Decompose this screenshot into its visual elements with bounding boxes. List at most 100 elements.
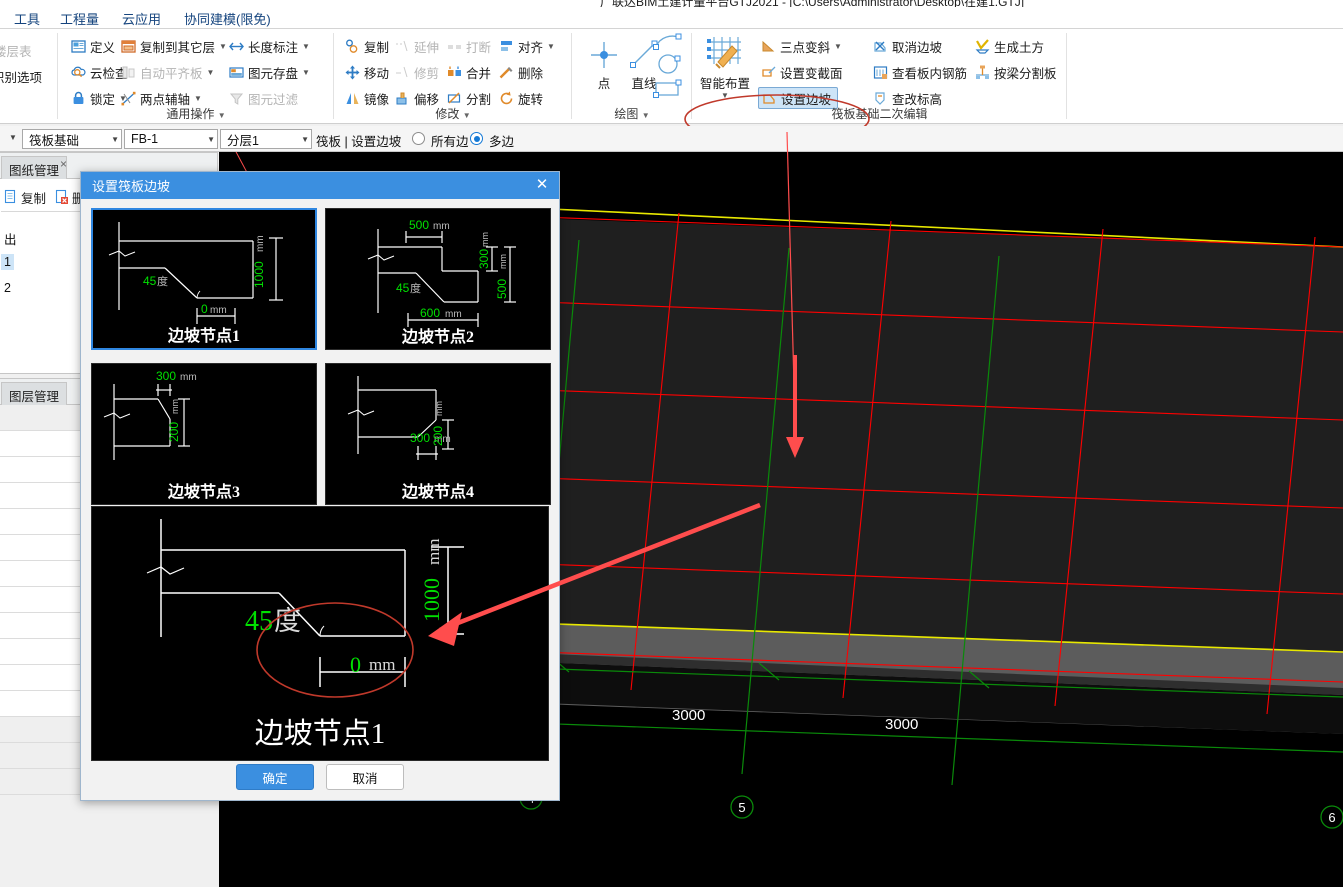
ribbon-item-split-slab-by-beam[interactable]: 按梁分割板	[972, 61, 1059, 83]
chevron-down-icon[interactable]: ▼	[107, 135, 119, 144]
ribbon-item-length-dimension[interactable]: 长度标注 ▼	[226, 35, 312, 57]
thumbnail-slope-node-2[interactable]: 500 mm 45 度 600 mm 300 mm 500 mm 边坡节点2	[325, 208, 551, 350]
ribbon-item-define[interactable]: 定义	[68, 35, 117, 57]
toolbar-prev-arrow-icon[interactable]: ▼	[9, 133, 17, 142]
chevron-down-icon[interactable]: ▼	[302, 68, 310, 77]
chevron-down-icon[interactable]: ▼	[463, 111, 471, 120]
ribbon-item-merge[interactable]: 合并	[444, 61, 493, 83]
ribbon-item-copy[interactable]: 复制	[342, 35, 391, 57]
slope-node-preview: 45 度 0 mm 1000 mm 边坡节点1	[91, 506, 549, 761]
thumb2-d5-unit: mm	[498, 254, 508, 269]
ribbon-item-label: 识别选项	[0, 70, 43, 85]
ribbon-item-label: 取消边坡	[892, 40, 943, 55]
ribbon-item-three-point-slope[interactable]: 三点变斜 ▼	[758, 35, 844, 57]
component-type-select[interactable]: 筏板基础 ▼	[22, 129, 122, 149]
group-separator	[1066, 33, 1067, 119]
ribbon-item-break[interactable]: 打断	[444, 35, 493, 57]
component-name-select[interactable]: FB-1 ▼	[124, 129, 218, 149]
chevron-down-icon[interactable]: ▼	[203, 135, 215, 144]
ribbon-item-extend[interactable]: 延伸	[392, 35, 441, 57]
thumbnail-label: 边坡节点1	[167, 328, 240, 345]
preview-height-unit: mm	[424, 539, 443, 565]
thumbnail-slope-node-4[interactable]: 300 mm 200 mm 边坡节点4	[325, 363, 551, 505]
ribbon-item-recognize-options[interactable]: 识别选项	[0, 65, 44, 87]
component-type-value: 筏板基础	[29, 133, 80, 148]
ribbon-item-set-variable-section[interactable]: 设置变截面	[758, 61, 845, 83]
ribbon-item-label: 修剪	[414, 66, 440, 81]
ribbon-item-cancel-slope[interactable]: 取消边坡	[870, 35, 944, 57]
chevron-down-icon[interactable]: ▼	[297, 135, 309, 144]
delete-doc-icon	[54, 189, 70, 205]
thumbnail-label: 边坡节点3	[167, 484, 240, 501]
thumbnail-label: 边坡节点4	[401, 484, 474, 501]
generate-earthwork-icon	[974, 38, 991, 55]
ribbon-item-floor-table[interactable]: 楼层表	[0, 39, 34, 61]
ribbon-item-delete[interactable]: 删除	[496, 61, 545, 83]
ribbon-item-label: 智能布置	[699, 77, 750, 91]
ribbon-item-element-save[interactable]: 图元存盘 ▼	[226, 61, 312, 83]
axis-marker-label: 6	[1328, 810, 1335, 825]
tree-node-2[interactable]: 2	[1, 280, 14, 296]
cancel-button[interactable]: 取消	[326, 764, 404, 790]
chevron-down-icon[interactable]: ▼	[547, 42, 555, 51]
thumb2-angle-unit: 度	[410, 281, 421, 295]
slope-node-thumbnails: 45 度 0 mm 1000 mm 边坡节点1 500 mm 45 度 600 …	[91, 208, 551, 508]
ribbon-group-draw: 点 直线 绘图 ▼	[572, 29, 692, 124]
chevron-down-icon[interactable]: ▼	[642, 111, 650, 120]
layer-select[interactable]: 分层1 ▼	[220, 129, 312, 149]
menu-tab-quantity[interactable]: 工程量	[60, 9, 99, 28]
thumb2-angle-value: 45	[396, 281, 410, 295]
chevron-down-icon[interactable]: ▼	[694, 92, 756, 100]
thumbnail-slope-node-3[interactable]: 300 mm 200 mm 边坡节点3	[91, 363, 317, 505]
ribbon-item-align[interactable]: 对齐 ▼	[496, 35, 557, 57]
chevron-down-icon[interactable]: ▼	[207, 68, 215, 77]
ribbon-item-auto-align-slab[interactable]: 自动平齐板 ▼	[118, 61, 216, 83]
thumb1-height-unit: mm	[255, 235, 266, 252]
ribbon-item-trim[interactable]: 修剪	[392, 61, 441, 83]
close-icon[interactable]: ✕	[533, 176, 551, 194]
ribbon-item-label: 打断	[466, 40, 492, 55]
smart-layout-icon	[706, 34, 744, 72]
tree-node-0[interactable]: 出	[1, 228, 20, 249]
tab-drawing-manager[interactable]: 图纸管理	[1, 156, 68, 179]
ribbon-item-label: 复制到其它层	[140, 40, 216, 55]
align-icon	[498, 38, 515, 55]
thumb2-d5-value: 500	[495, 279, 509, 299]
menu-tab-cloud[interactable]: 云应用	[122, 9, 161, 28]
ribbon-item-move[interactable]: 移动	[342, 61, 391, 83]
ribbon-item-label: 定义	[90, 40, 116, 55]
radio-all-edges[interactable]	[412, 132, 425, 145]
copy-doc-label[interactable]: 复制	[21, 188, 46, 207]
group-label-text: 筏板基础二次编辑	[831, 107, 928, 121]
ribbon-group-label: 通用操作 ▼	[58, 105, 334, 122]
ribbon-item-view-slab-rebar[interactable]: 查看板内钢筋	[870, 61, 969, 83]
menu-bar: 工具 工程量 云应用 协同建模(限免)	[0, 7, 1343, 28]
thumb2-d1-value: 500	[409, 218, 429, 232]
ok-button[interactable]: 确定	[236, 764, 314, 790]
thumbnail-slope-node-1[interactable]: 45 度 0 mm 1000 mm 边坡节点1	[91, 208, 317, 350]
ribbon-item-copy-to-other-floor[interactable]: 复制到其它层 ▼	[118, 35, 229, 57]
tree-node-1[interactable]: 1	[1, 254, 14, 270]
radio-multi-edge[interactable]	[470, 132, 483, 145]
close-icon[interactable]: ×	[60, 157, 67, 171]
radio-multi-edge-label: 多边	[489, 135, 515, 149]
ribbon-item-label: 图元存盘	[248, 66, 299, 81]
ribbon-item-generate-earthwork[interactable]: 生成土方	[972, 35, 1046, 57]
chevron-down-icon[interactable]: ▼	[302, 42, 310, 51]
dialog-title: 设置筏板边坡	[92, 179, 171, 194]
thumb4-d1-value: 300	[410, 431, 430, 445]
chevron-down-icon[interactable]: ▼	[218, 111, 226, 120]
menu-tab-collab[interactable]: 协同建模(限免)	[184, 9, 271, 28]
ribbon-item-smart-layout[interactable]: 智能布置 ▼	[694, 31, 756, 100]
ribbon-group-general-ops: 定义 复制到其它层 ▼ 长度标注 ▼ 云检查 自动平齐板 ▼ 图元存盘 ▼ 锁定…	[58, 29, 334, 124]
radio-all-edges-label: 所有边	[431, 135, 469, 149]
chevron-down-icon[interactable]: ▼	[834, 42, 842, 51]
chevron-down-icon[interactable]: ▼	[194, 94, 202, 103]
thumb2-d4-value: 300	[477, 249, 491, 269]
thumb1-angle-unit: 度	[157, 274, 168, 288]
ribbon-item-label: 复制	[364, 40, 390, 55]
menu-tab-tools[interactable]: 工具	[14, 9, 40, 28]
preview-angle-unit: 度	[274, 606, 301, 636]
cloud-check-icon	[70, 64, 87, 81]
tab-layer-manager[interactable]: 图层管理	[1, 382, 68, 405]
